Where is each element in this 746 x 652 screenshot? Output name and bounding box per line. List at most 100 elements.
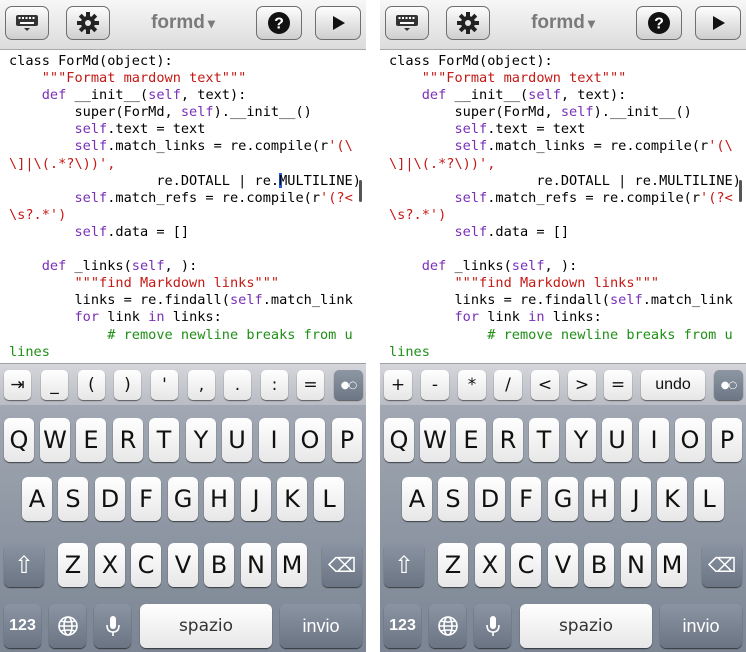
- key-d[interactable]: D: [475, 477, 505, 521]
- key-u[interactable]: U: [222, 418, 252, 462]
- key-x[interactable]: X: [475, 543, 505, 587]
- divide-key[interactable]: /: [494, 370, 522, 400]
- underscore-key[interactable]: _: [41, 370, 68, 400]
- key-n[interactable]: N: [241, 543, 271, 587]
- key-a[interactable]: A: [22, 477, 52, 521]
- key-c[interactable]: C: [511, 543, 541, 587]
- key-d[interactable]: D: [95, 477, 125, 521]
- key-h[interactable]: H: [204, 477, 234, 521]
- delete-key[interactable]: ⌫: [702, 543, 742, 587]
- colon-key[interactable]: :: [261, 370, 288, 400]
- key-n[interactable]: N: [621, 543, 651, 587]
- scroll-indicator[interactable]: [739, 180, 742, 202]
- minus-key[interactable]: -: [421, 370, 449, 400]
- key-w[interactable]: W: [420, 418, 450, 462]
- key-y[interactable]: Y: [186, 418, 216, 462]
- greater-than-key[interactable]: >: [568, 370, 596, 400]
- run-button[interactable]: [315, 6, 361, 40]
- open-paren-key[interactable]: (: [78, 370, 105, 400]
- key-a[interactable]: A: [402, 477, 432, 521]
- key-o[interactable]: O: [675, 418, 705, 462]
- quote-key[interactable]: ': [151, 370, 178, 400]
- tab-key[interactable]: ⇥: [4, 370, 31, 400]
- dictation-key[interactable]: [474, 604, 511, 648]
- key-p[interactable]: P: [712, 418, 742, 462]
- code-editor[interactable]: class ForMd(object): """Format mardown t…: [0, 50, 366, 363]
- key-v[interactable]: V: [548, 543, 578, 587]
- shift-key[interactable]: ⇧: [4, 543, 44, 587]
- settings-button[interactable]: [446, 6, 490, 40]
- period-key[interactable]: .: [224, 370, 251, 400]
- help-icon: ?: [268, 12, 290, 34]
- less-than-key[interactable]: <: [531, 370, 559, 400]
- key-w[interactable]: W: [40, 418, 70, 462]
- help-button[interactable]: ?: [256, 6, 302, 40]
- key-p[interactable]: P: [332, 418, 362, 462]
- key-r[interactable]: R: [113, 418, 143, 462]
- key-y[interactable]: Y: [566, 418, 596, 462]
- document-title-menu[interactable]: formd ▾: [500, 12, 626, 34]
- key-c[interactable]: C: [131, 543, 161, 587]
- comma-key[interactable]: ,: [188, 370, 215, 400]
- key-i[interactable]: I: [639, 418, 669, 462]
- numbers-key[interactable]: 123: [4, 604, 41, 648]
- accessory-page-toggle[interactable]: ●○: [334, 370, 363, 400]
- settings-button[interactable]: [66, 6, 110, 40]
- close-paren-key[interactable]: ): [114, 370, 141, 400]
- key-z[interactable]: Z: [58, 543, 88, 587]
- key-l[interactable]: L: [314, 477, 344, 521]
- plus-key[interactable]: +: [384, 370, 412, 400]
- key-g[interactable]: G: [168, 477, 198, 521]
- key-x[interactable]: X: [95, 543, 125, 587]
- key-m[interactable]: M: [277, 543, 307, 587]
- key-l[interactable]: L: [694, 477, 724, 521]
- accessory-page-toggle[interactable]: ●○: [714, 370, 743, 400]
- equals-key[interactable]: =: [604, 370, 632, 400]
- key-s[interactable]: S: [58, 477, 88, 521]
- key-o[interactable]: O: [295, 418, 325, 462]
- key-m[interactable]: M: [657, 543, 687, 587]
- key-b[interactable]: B: [584, 543, 614, 587]
- key-e[interactable]: E: [456, 418, 486, 462]
- key-j[interactable]: J: [241, 477, 271, 521]
- space-key[interactable]: spazio: [520, 604, 652, 648]
- key-u[interactable]: U: [602, 418, 632, 462]
- key-t[interactable]: T: [529, 418, 559, 462]
- key-i[interactable]: I: [259, 418, 289, 462]
- key-k[interactable]: K: [277, 477, 307, 521]
- key-k[interactable]: K: [657, 477, 687, 521]
- return-key[interactable]: invio: [280, 604, 362, 648]
- globe-key[interactable]: [429, 604, 466, 648]
- run-button[interactable]: [695, 6, 741, 40]
- globe-key[interactable]: [49, 604, 86, 648]
- equals-key[interactable]: =: [297, 370, 324, 400]
- key-r[interactable]: R: [493, 418, 523, 462]
- shift-key[interactable]: ⇧: [384, 543, 424, 587]
- key-b[interactable]: B: [204, 543, 234, 587]
- key-q[interactable]: Q: [4, 418, 34, 462]
- dictation-key[interactable]: [94, 604, 131, 648]
- document-title-menu[interactable]: formd ▾: [120, 12, 246, 34]
- key-f[interactable]: F: [511, 477, 541, 521]
- code-editor[interactable]: class ForMd(object): """Format mardown t…: [380, 50, 746, 363]
- scroll-indicator[interactable]: [359, 180, 362, 202]
- key-h[interactable]: H: [584, 477, 614, 521]
- keyboard-toggle-button[interactable]: [385, 6, 429, 40]
- return-key[interactable]: invio: [660, 604, 742, 648]
- delete-key[interactable]: ⌫: [322, 543, 362, 587]
- key-q[interactable]: Q: [384, 418, 414, 462]
- key-v[interactable]: V: [168, 543, 198, 587]
- key-j[interactable]: J: [621, 477, 651, 521]
- multiply-key[interactable]: *: [458, 370, 486, 400]
- key-f[interactable]: F: [131, 477, 161, 521]
- undo-key[interactable]: undo: [641, 370, 705, 400]
- key-e[interactable]: E: [76, 418, 106, 462]
- space-key[interactable]: spazio: [140, 604, 272, 648]
- numbers-key[interactable]: 123: [384, 604, 421, 648]
- key-z[interactable]: Z: [438, 543, 468, 587]
- keyboard-toggle-button[interactable]: [5, 6, 49, 40]
- help-button[interactable]: ?: [636, 6, 682, 40]
- key-t[interactable]: T: [149, 418, 179, 462]
- key-g[interactable]: G: [548, 477, 578, 521]
- key-s[interactable]: S: [438, 477, 468, 521]
